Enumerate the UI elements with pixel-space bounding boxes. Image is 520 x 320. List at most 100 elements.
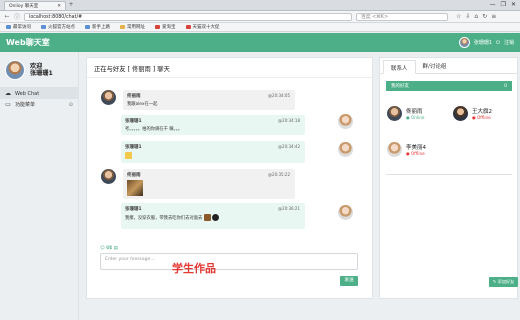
add-friend-button[interactable]: ✎ 添加好友: [489, 277, 518, 287]
avatar: [386, 141, 403, 158]
friend-name: 佟丽雨: [406, 109, 423, 115]
message-input[interactable]: Enter your message...: [100, 253, 358, 270]
avatar[interactable]: [458, 37, 470, 48]
friend-item[interactable]: 王大旗2 ● Offline: [452, 105, 492, 122]
bookmark-item[interactable]: 常用网址: [120, 24, 145, 30]
bookmark-item[interactable]: 爱淘宝: [155, 24, 176, 30]
header-username[interactable]: 张珊珊1: [474, 39, 492, 46]
bookmark-item[interactable]: 天猫双十大促: [185, 24, 220, 30]
tab-title: Onlioy 聊天室: [9, 4, 39, 9]
search-input[interactable]: 百度 <⌘K>: [356, 12, 448, 21]
tmall-icon: [185, 25, 191, 29]
friend-group-label: 我的好友: [391, 84, 409, 89]
address-bar[interactable]: localhost:8080/chat/#: [24, 12, 352, 21]
bookmark-item[interactable]: 最常访问: [6, 24, 31, 30]
sidebar-item-label: Web Chat: [15, 90, 40, 97]
message-list: 佟丽雨 我跟alex在一起 @20:34:05 张珊珊1 考。。。。。拍的你俩在…: [87, 80, 374, 230]
watermark-text: 学生作品: [172, 262, 216, 275]
home-icon[interactable]: ⌂: [474, 13, 478, 20]
browser-toolbar: ← ⓘ localhost:8080/chat/# 百度 <⌘K> ☆ ⇩ ⌂ …: [0, 11, 520, 23]
message-time: @20:34:42: [278, 144, 300, 149]
brand-title[interactable]: Web聊天室: [6, 37, 50, 48]
friend-group-header[interactable]: 我的好友 0: [386, 81, 512, 91]
friend-name: 王大旗2: [472, 109, 492, 115]
welcome-label: 欢迎: [30, 62, 43, 70]
message-bubble: 佟丽雨 @20:35:22: [123, 169, 295, 199]
friend-item[interactable]: 佟丽雨 ● Online: [386, 105, 425, 122]
avatar: [100, 168, 117, 185]
taobao-icon: [155, 25, 160, 29]
bookmark-label: 新手上路: [92, 25, 110, 30]
friend-name: 李美丽4: [406, 145, 426, 151]
brand: Web聊天室: [6, 37, 50, 48]
avatar: [100, 89, 117, 106]
message-sender: 佟丽雨: [127, 173, 141, 178]
bookmark-item[interactable]: 新手上路: [85, 24, 110, 30]
emoji-icon: [212, 214, 220, 221]
bookmark-label: 天猫双十大促: [192, 25, 220, 30]
message-bubble: 张珊珊1 我擦，没穿衣服，带我去吃你们去对面去 @20:36:21: [121, 203, 305, 229]
message-sender: 张珊珊1: [125, 119, 142, 124]
back-arrow-icon[interactable]: ←: [4, 13, 10, 20]
avatar: [5, 59, 25, 80]
message-text-content: 我擦，没穿衣服，带我去吃你们去对面去: [125, 216, 203, 221]
logout-link[interactable]: 注销: [504, 39, 514, 46]
shared-image[interactable]: [127, 180, 143, 196]
hamburger-menu-icon[interactable]: ≡: [491, 13, 496, 20]
minimize-button[interactable]: —: [490, 1, 496, 8]
sidebar-user: 欢迎 张珊珊1: [0, 52, 78, 88]
new-tab-button[interactable]: +: [66, 1, 76, 10]
message-sender: 张珊珊1: [125, 207, 142, 212]
send-button[interactable]: 发送: [340, 276, 358, 286]
message-composer: ☺ 𝗨𝗜 ▤ Enter your message...: [100, 246, 358, 270]
emoji-icon: [203, 214, 211, 221]
desktop-icon: ▭: [5, 101, 11, 108]
friend-info: 李美丽4 ● Offline: [406, 143, 426, 156]
star-icon[interactable]: ☆: [456, 13, 461, 20]
refresh-icon[interactable]: ↻: [482, 13, 487, 20]
friend-item[interactable]: 李美丽4 ● Offline: [386, 141, 426, 158]
message-text: 我擦，没穿衣服，带我去吃你们去对面去: [125, 214, 301, 221]
browser-titlebar: Onlioy 聊天室 ✕ + — ❐ ✕: [0, 0, 520, 11]
avatar: [452, 105, 469, 122]
friend-info: 王大旗2 ● Offline: [472, 107, 492, 120]
status-badge: ● Online: [406, 115, 425, 120]
bookmarks-bar: 最常访问 火狐官方站点 新手上路 常用网址 爱淘宝 天猫双十大促: [0, 23, 520, 32]
status-badge: ● Offline: [406, 151, 425, 156]
message-text: 考。。。。。拍的你俩在干 嘛。。。: [125, 127, 183, 132]
bookmark-item[interactable]: 火狐官方站点: [41, 24, 75, 30]
avatar: [386, 105, 403, 122]
info-icon[interactable]: ⓘ: [14, 12, 20, 21]
avatar: [337, 204, 354, 221]
firefox-icon: [85, 25, 90, 29]
browser-tab[interactable]: Onlioy 聊天室 ✕: [4, 1, 66, 10]
composer-tools[interactable]: ☺ 𝗨𝗜 ▤: [100, 246, 358, 251]
message-bubble: 张珊珊1 考。。。。。拍的你俩在干 嘛。。。 @20:34:18: [121, 115, 305, 135]
welcome-text: 欢迎 张珊珊1: [30, 63, 53, 77]
app-header: Web聊天室 张珊珊1 ⏻ 注销: [0, 33, 520, 52]
tab-contacts[interactable]: 联系人: [383, 60, 416, 74]
avatar: [337, 113, 354, 130]
sidebar-item-function-menu[interactable]: ▭ 功能菜单 ⊙: [0, 99, 78, 110]
friend-info: 佟丽雨 ● Online: [406, 107, 425, 120]
folder-icon: [120, 25, 125, 29]
message-sender: 佟丽雨: [127, 94, 141, 99]
power-icon[interactable]: ⏻: [496, 40, 500, 46]
sidebar-item-web-chat[interactable]: ☁ Web Chat: [0, 88, 78, 99]
star-icon: [6, 25, 11, 29]
status-badge: ● Offline: [472, 115, 491, 120]
maximize-button[interactable]: ❐: [501, 1, 506, 8]
close-window-button[interactable]: ✕: [511, 1, 516, 8]
chat-icon: ☁: [5, 90, 11, 97]
download-icon[interactable]: ⇩: [465, 13, 470, 20]
toolbar-icons: ☆ ⇩ ⌂ ↻ ≡: [456, 13, 496, 20]
contacts-tabs: 联系人 群/讨论组: [380, 58, 517, 74]
emoji-icon: [125, 152, 132, 159]
tab-close-icon[interactable]: ✕: [57, 4, 61, 9]
bookmark-label: 常用网址: [127, 25, 145, 30]
tab-groups[interactable]: 群/讨论组: [416, 59, 454, 73]
message-time: @20:34:18: [278, 118, 300, 123]
bookmark-label: 最常访问: [13, 25, 31, 30]
chat-title: 正在与好友 [ 佟丽雨 ] 聊天: [87, 58, 372, 78]
message-sender: 张珊珊1: [125, 145, 142, 150]
